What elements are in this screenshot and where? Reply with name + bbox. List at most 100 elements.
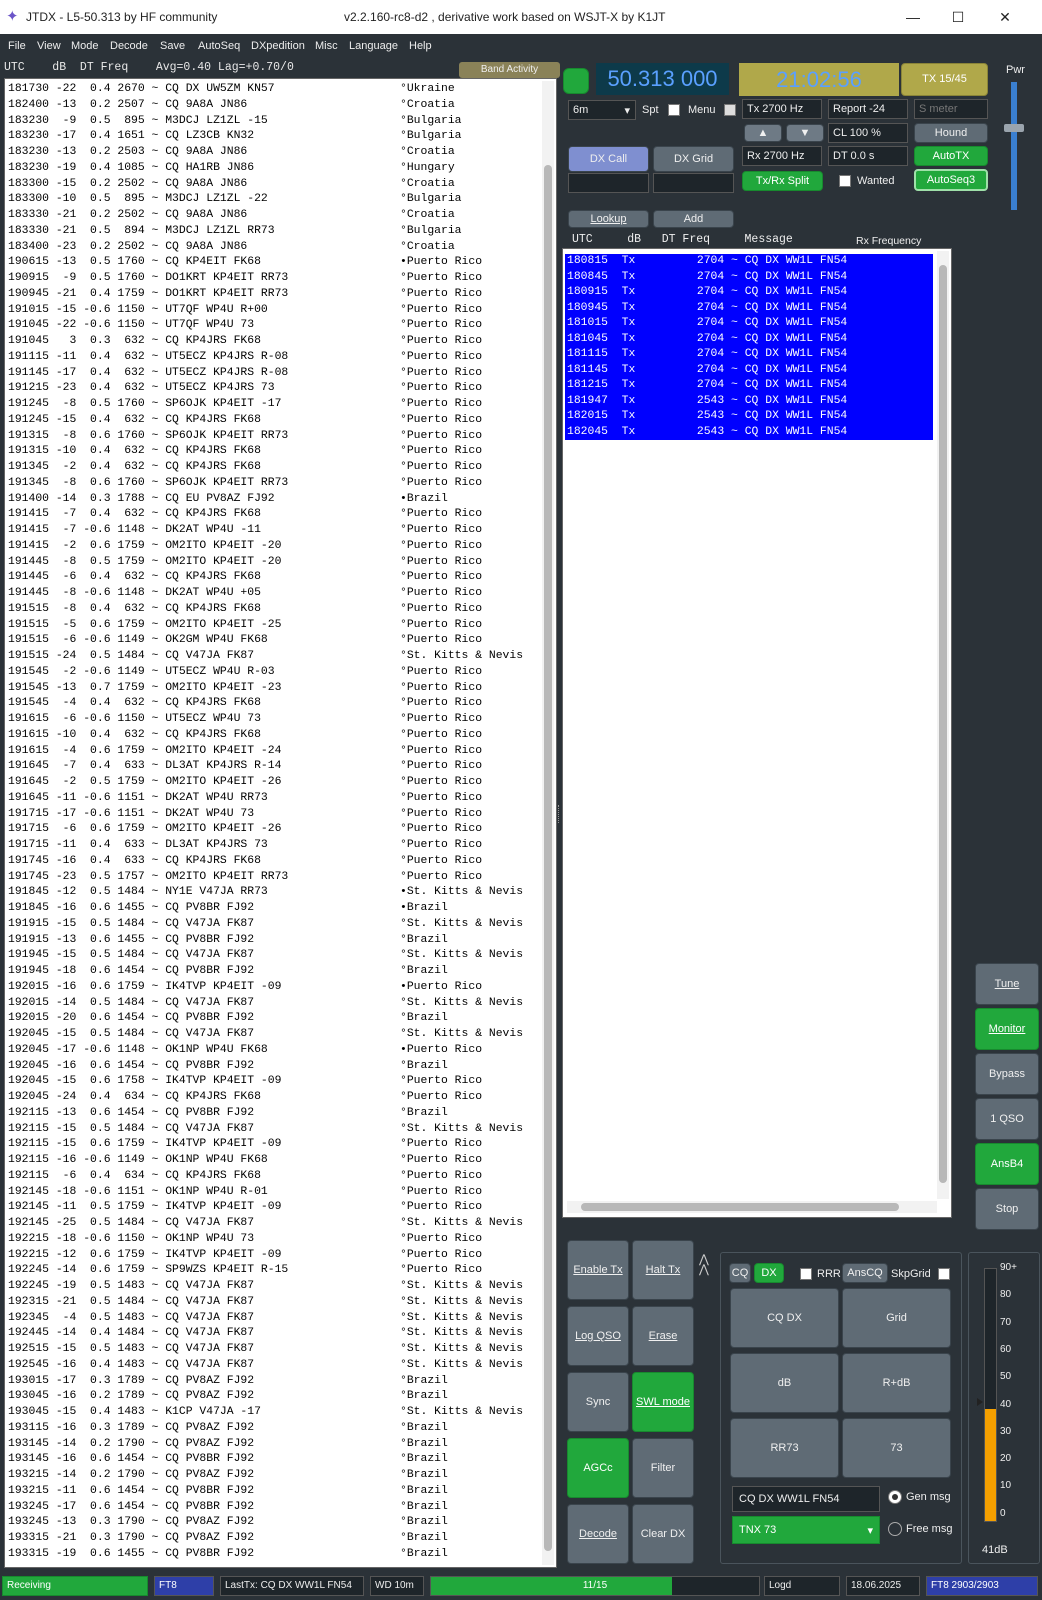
- band-activity-row[interactable]: 191645 -2 0.5 1759 ~ OM2ITO KP4EIT -26 °P…: [8, 775, 538, 791]
- minimize-button[interactable]: —: [890, 4, 936, 30]
- band-activity-row[interactable]: 191545 -4 0.4 632 ~ CQ KP4JRS FK68 °Puert…: [8, 696, 538, 712]
- band-activity-row[interactable]: 191115 -11 0.4 632 ~ UT5ECZ KP4JRS R-08 °…: [8, 350, 538, 366]
- rx-frequency-row[interactable]: 182045 Tx 2543 ~ CQ DX WW1L FN54: [565, 425, 933, 441]
- rrr-checkbox[interactable]: [800, 1268, 812, 1280]
- band-activity-row[interactable]: 192045 -15 0.5 1484 ~ CQ V47JA FK87 °St. …: [8, 1027, 538, 1043]
- add-button[interactable]: Add: [653, 210, 734, 228]
- tx-down-button[interactable]: ▼: [786, 124, 824, 142]
- band-activity-row[interactable]: 191445 -8 -0.6 1148 ~ DK2AT WP4U +05 °Pue…: [8, 586, 538, 602]
- frequency-display[interactable]: 50.313 000: [596, 63, 729, 95]
- tx-r-db-button[interactable]: R+dB: [842, 1353, 951, 1413]
- band-activity-row[interactable]: 193045 -16 0.2 1789 ~ CQ PV8AZ FJ92 °Braz…: [8, 1389, 538, 1405]
- band-activity-row[interactable]: 191015 -15 -0.6 1150 ~ UT7QF WP4U R+00 °P…: [8, 303, 538, 319]
- band-activity-row[interactable]: 191615 -4 0.6 1759 ~ OM2ITO KP4EIT -24 °P…: [8, 744, 538, 760]
- menu-language[interactable]: Language: [349, 40, 398, 52]
- band-activity-row[interactable]: 192115 -13 0.6 1454 ~ CQ PV8BR FJ92 °Braz…: [8, 1106, 538, 1122]
- menu-decode[interactable]: Decode: [110, 40, 148, 52]
- band-activity-row[interactable]: 190615 -13 0.5 1760 ~ CQ KP4EIT FK68 •Pue…: [8, 255, 538, 271]
- spt-checkbox[interactable]: [668, 104, 680, 116]
- band-activity-row[interactable]: 183300 -10 0.5 895 ~ M3DCJ LZ1ZL -22 °Bul…: [8, 192, 538, 208]
- rx-frequency-row[interactable]: 180845 Tx 2704 ~ CQ DX WW1L FN54: [565, 270, 933, 286]
- band-activity-row[interactable]: 191515 -5 0.6 1759 ~ OM2ITO KP4EIT -25 °P…: [8, 618, 538, 634]
- band-activity-row[interactable]: 191945 -15 0.5 1484 ~ CQ V47JA FK87 °St. …: [8, 948, 538, 964]
- band-activity-row[interactable]: 192545 -16 0.4 1483 ~ CQ V47JA FK87 °St. …: [8, 1358, 538, 1374]
- band-activity-row[interactable]: 191315 -8 0.6 1760 ~ SP6OJK KP4EIT RR73 °…: [8, 429, 538, 445]
- band-activity-row[interactable]: 193245 -13 0.3 1790 ~ CQ PV8AZ FJ92 °Braz…: [8, 1515, 538, 1531]
- band-activity-row[interactable]: 191515 -8 0.4 632 ~ CQ KP4JRS FK68 °Puert…: [8, 602, 538, 618]
- log-qso-button[interactable]: Log QSO: [567, 1306, 629, 1366]
- maximize-button[interactable]: ☐: [935, 4, 981, 30]
- band-activity-row[interactable]: 193115 -16 0.3 1789 ~ CQ PV8AZ FJ92 °Braz…: [8, 1421, 538, 1437]
- enable-tx-button[interactable]: Enable Tx: [567, 1240, 629, 1300]
- band-activity-scrollbar[interactable]: [542, 81, 554, 1565]
- menu-file[interactable]: File: [8, 40, 26, 52]
- tx-cq-dx-button[interactable]: CQ DX: [730, 1288, 839, 1348]
- band-activity-row[interactable]: 191245 -15 0.4 632 ~ CQ KP4JRS FK68 °Puer…: [8, 413, 538, 429]
- band-activity-row[interactable]: 193215 -11 0.6 1454 ~ CQ PV8BR FJ92 °Braz…: [8, 1484, 538, 1500]
- band-activity-row[interactable]: 191545 -13 0.7 1759 ~ OM2ITO KP4EIT -23 °…: [8, 681, 538, 697]
- free-msg-radio[interactable]: [888, 1522, 902, 1536]
- band-activity-row[interactable]: 191745 -23 0.5 1757 ~ OM2ITO KP4EIT RR73…: [8, 870, 538, 886]
- band-activity-row[interactable]: 192045 -24 0.4 634 ~ CQ KP4JRS FK68 °Puer…: [8, 1090, 538, 1106]
- tx-up-button[interactable]: ▲: [744, 124, 782, 142]
- band-activity-row[interactable]: 192115 -15 0.6 1759 ~ IK4TVP KP4EIT -09 °…: [8, 1137, 538, 1153]
- splitter-handle[interactable]: [558, 805, 561, 823]
- band-activity-row[interactable]: 191615 -10 0.4 632 ~ CQ KP4JRS FK68 °Puer…: [8, 728, 538, 744]
- band-activity-row[interactable]: 191515 -24 0.5 1484 ~ CQ V47JA FK87 °St. …: [8, 649, 538, 665]
- band-activity-row[interactable]: 190945 -21 0.4 1759 ~ DO1KRT KP4EIT RR73…: [8, 287, 538, 303]
- band-activity-row[interactable]: 193315 -19 0.6 1455 ~ CQ PV8BR FJ92 °Braz…: [8, 1547, 538, 1563]
- rx-frequency-row[interactable]: 181015 Tx 2704 ~ CQ DX WW1L FN54: [565, 316, 933, 332]
- rx-frequency-row[interactable]: 182015 Tx 2543 ~ CQ DX WW1L FN54: [565, 409, 933, 425]
- wanted-checkbox[interactable]: [839, 175, 851, 187]
- band-activity-row[interactable]: 191045 -22 -0.6 1150 ~ UT7QF WP4U 73 °Pue…: [8, 318, 538, 334]
- tx-db-button[interactable]: dB: [730, 1353, 839, 1413]
- band-activity-row[interactable]: 193145 -16 0.6 1454 ~ CQ PV8BR FJ92 °Braz…: [8, 1452, 538, 1468]
- menu-view[interactable]: View: [37, 40, 61, 52]
- agcc-button[interactable]: AGCc: [567, 1438, 629, 1498]
- menu-mode[interactable]: Mode: [71, 40, 99, 52]
- band-activity-row[interactable]: 191145 -17 0.4 632 ~ UT5ECZ KP4JRS R-08 °…: [8, 366, 538, 382]
- band-activity-row[interactable]: 192115 -16 -0.6 1149 ~ OK1NP WP4U FK68 °P…: [8, 1153, 538, 1169]
- band-activity-row[interactable]: 191345 -2 0.4 632 ~ CQ KP4JRS FK68 °Puert…: [8, 460, 538, 476]
- stop-button[interactable]: Stop: [975, 1188, 1039, 1230]
- close-button[interactable]: ✕: [982, 4, 1028, 30]
- band-activity-row[interactable]: 191415 -7 0.4 632 ~ CQ KP4JRS FK68 °Puert…: [8, 507, 538, 523]
- band-activity-row[interactable]: 191645 -7 0.4 633 ~ DL3AT KP4JRS R-14 °Pu…: [8, 759, 538, 775]
- tune-button[interactable]: Tune: [975, 963, 1039, 1005]
- band-activity-row[interactable]: 192515 -15 0.5 1483 ~ CQ V47JA FK87 °St. …: [8, 1342, 538, 1358]
- band-activity-row[interactable]: 193215 -14 0.2 1790 ~ CQ PV8AZ FJ92 °Braz…: [8, 1468, 538, 1484]
- band-activity-row[interactable]: 182400 -13 0.2 2507 ~ CQ 9A8A JN86 °Croat…: [8, 98, 538, 114]
- band-activity-row[interactable]: 192015 -20 0.6 1454 ~ CQ PV8BR FJ92 °Braz…: [8, 1011, 538, 1027]
- band-activity-row[interactable]: 191645 -11 -0.6 1151 ~ DK2AT WP4U RR73 °P…: [8, 791, 538, 807]
- hscroll-thumb[interactable]: [581, 1203, 899, 1211]
- band-activity-row[interactable]: 191845 -12 0.5 1484 ~ NY1E V47JA RR73 •St…: [8, 885, 538, 901]
- rx-frequency-row[interactable]: 181145 Tx 2704 ~ CQ DX WW1L FN54: [565, 363, 933, 379]
- band-select[interactable]: 6m ▾: [568, 100, 636, 120]
- band-activity-row[interactable]: 191745 -16 0.4 633 ~ CQ KP4JRS FK68 °Puer…: [8, 854, 538, 870]
- band-activity-row[interactable]: 192115 -15 0.5 1484 ~ CQ V47JA FK87 °St. …: [8, 1122, 538, 1138]
- clear-dx-button[interactable]: Clear DX: [632, 1504, 694, 1564]
- band-activity-row[interactable]: 183230 -9 0.5 895 ~ M3DCJ LZ1ZL -15 °Bulg…: [8, 114, 538, 130]
- band-activity-row[interactable]: 191945 -18 0.6 1454 ~ CQ PV8BR FJ92 °Braz…: [8, 964, 538, 980]
- tx-rx-split-button[interactable]: Tx/Rx Split: [742, 171, 823, 191]
- sync-button[interactable]: Sync: [567, 1372, 629, 1432]
- band-activity-row[interactable]: 193015 -17 0.3 1789 ~ CQ PV8AZ FJ92 °Braz…: [8, 1374, 538, 1390]
- band-activity-row[interactable]: 192145 -18 -0.6 1151 ~ OK1NP WP4U R-01 °P…: [8, 1185, 538, 1201]
- band-activity-row[interactable]: 192015 -14 0.5 1484 ~ CQ V47JA FK87 °St. …: [8, 996, 538, 1012]
- decode-button[interactable]: Decode: [567, 1504, 629, 1564]
- scrollbar-thumb[interactable]: [939, 265, 947, 1183]
- band-activity-row[interactable]: 191315 -10 0.4 632 ~ CQ KP4JRS FK68 °Puer…: [8, 444, 538, 460]
- band-activity-row[interactable]: 191345 -8 0.6 1760 ~ SP6OJK KP4EIT RR73 °…: [8, 476, 538, 492]
- band-activity-row[interactable]: 191715 -11 0.4 633 ~ DL3AT KP4JRS 73 °Pue…: [8, 838, 538, 854]
- band-activity-row[interactable]: 192115 -6 0.4 634 ~ CQ KP4JRS FK68 °Puert…: [8, 1169, 538, 1185]
- menu-checkbox[interactable]: [724, 104, 736, 116]
- ansb4-button[interactable]: AnsB4: [975, 1143, 1039, 1185]
- tx-frequency-spinbox[interactable]: Tx 2700 Hz: [742, 99, 822, 119]
- swl-mode-button[interactable]: SWL mode: [632, 1372, 694, 1432]
- band-activity-row[interactable]: 183230 -17 0.4 1651 ~ CQ LZ3CB KN32 °Bulg…: [8, 129, 538, 145]
- lookup-button[interactable]: Lookup: [568, 210, 649, 228]
- band-activity-row[interactable]: 193245 -17 0.6 1454 ~ CQ PV8BR FJ92 °Braz…: [8, 1500, 538, 1516]
- band-activity-row[interactable]: 192345 -4 0.5 1483 ~ CQ V47JA FK87 °St. K…: [8, 1311, 538, 1327]
- band-activity-button[interactable]: Band Activity: [459, 62, 560, 78]
- rx-frequency-row[interactable]: 181947 Tx 2543 ~ CQ DX WW1L FN54: [565, 394, 933, 410]
